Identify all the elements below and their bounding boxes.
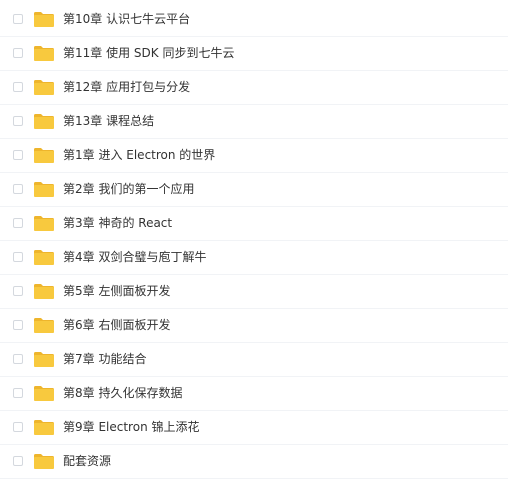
folder-name[interactable]: 第2章 我们的第一个应用 xyxy=(63,181,194,197)
folder-icon xyxy=(34,318,54,333)
row-checkbox[interactable] xyxy=(13,354,23,364)
list-item[interactable]: 第4章 双剑合璧与庖丁解牛 xyxy=(0,241,508,275)
folder-name[interactable]: 第10章 认识七牛云平台 xyxy=(63,11,190,27)
row-checkbox[interactable] xyxy=(13,388,23,398)
row-checkbox[interactable] xyxy=(13,286,23,296)
list-item[interactable]: 配套资源 xyxy=(0,445,508,479)
folder-name[interactable]: 第11章 使用 SDK 同步到七牛云 xyxy=(63,45,234,61)
row-checkbox[interactable] xyxy=(13,456,23,466)
row-checkbox[interactable] xyxy=(13,218,23,228)
row-checkbox[interactable] xyxy=(13,184,23,194)
folder-icon xyxy=(34,250,54,265)
folder-name[interactable]: 第9章 Electron 锦上添花 xyxy=(63,419,199,435)
folder-icon xyxy=(34,12,54,27)
folder-name[interactable]: 第13章 课程总结 xyxy=(63,113,154,129)
list-item[interactable]: 第12章 应用打包与分发 xyxy=(0,71,508,105)
folder-name[interactable]: 第4章 双剑合璧与庖丁解牛 xyxy=(63,249,206,265)
row-checkbox[interactable] xyxy=(13,150,23,160)
folder-name[interactable]: 第7章 功能结合 xyxy=(63,351,146,367)
list-item[interactable]: 第1章 进入 Electron 的世界 xyxy=(0,139,508,173)
folder-icon xyxy=(34,148,54,163)
list-item[interactable]: 第7章 功能结合 xyxy=(0,343,508,377)
file-list: 第10章 认识七牛云平台 第11章 使用 SDK 同步到七牛云 第12章 应用打… xyxy=(0,3,508,479)
folder-icon xyxy=(34,454,54,469)
list-item[interactable]: 第8章 持久化保存数据 xyxy=(0,377,508,411)
row-checkbox[interactable] xyxy=(13,422,23,432)
row-checkbox[interactable] xyxy=(13,320,23,330)
list-item[interactable]: 第6章 右侧面板开发 xyxy=(0,309,508,343)
folder-name[interactable]: 第1章 进入 Electron 的世界 xyxy=(63,147,215,163)
row-checkbox[interactable] xyxy=(13,14,23,24)
list-item[interactable]: 第10章 认识七牛云平台 xyxy=(0,3,508,37)
folder-icon xyxy=(34,216,54,231)
folder-icon xyxy=(34,182,54,197)
list-item[interactable]: 第3章 神奇的 React xyxy=(0,207,508,241)
folder-name[interactable]: 第6章 右侧面板开发 xyxy=(63,317,170,333)
row-checkbox[interactable] xyxy=(13,252,23,262)
folder-name[interactable]: 第5章 左侧面板开发 xyxy=(63,283,170,299)
folder-name[interactable]: 第12章 应用打包与分发 xyxy=(63,79,190,95)
folder-name[interactable]: 第8章 持久化保存数据 xyxy=(63,385,182,401)
row-checkbox[interactable] xyxy=(13,48,23,58)
list-item[interactable]: 第2章 我们的第一个应用 xyxy=(0,173,508,207)
list-item[interactable]: 第13章 课程总结 xyxy=(0,105,508,139)
folder-icon xyxy=(34,352,54,367)
list-item[interactable]: 第11章 使用 SDK 同步到七牛云 xyxy=(0,37,508,71)
folder-icon xyxy=(34,80,54,95)
row-checkbox[interactable] xyxy=(13,82,23,92)
folder-icon xyxy=(34,46,54,61)
folder-icon xyxy=(34,420,54,435)
row-checkbox[interactable] xyxy=(13,116,23,126)
list-item[interactable]: 第5章 左侧面板开发 xyxy=(0,275,508,309)
folder-icon xyxy=(34,114,54,129)
list-item[interactable]: 第9章 Electron 锦上添花 xyxy=(0,411,508,445)
folder-name[interactable]: 配套资源 xyxy=(63,453,111,469)
folder-name[interactable]: 第3章 神奇的 React xyxy=(63,215,172,231)
folder-icon xyxy=(34,284,54,299)
folder-icon xyxy=(34,386,54,401)
